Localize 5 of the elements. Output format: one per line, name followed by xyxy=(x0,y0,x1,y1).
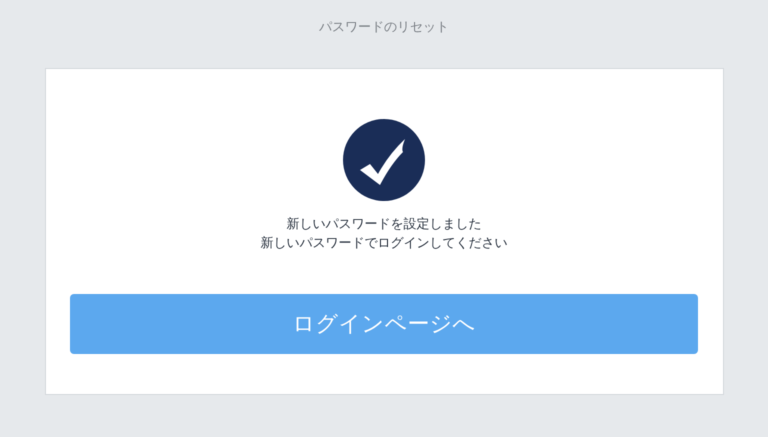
checkmark-icon xyxy=(343,119,425,201)
page-title: パスワードのリセット xyxy=(319,19,449,37)
message-text: 新しいパスワードを設定しました xyxy=(286,216,482,234)
message-text: 新しいパスワードでログインしてください xyxy=(260,235,508,253)
login-page-button[interactable]: ログインページへ xyxy=(70,294,698,354)
